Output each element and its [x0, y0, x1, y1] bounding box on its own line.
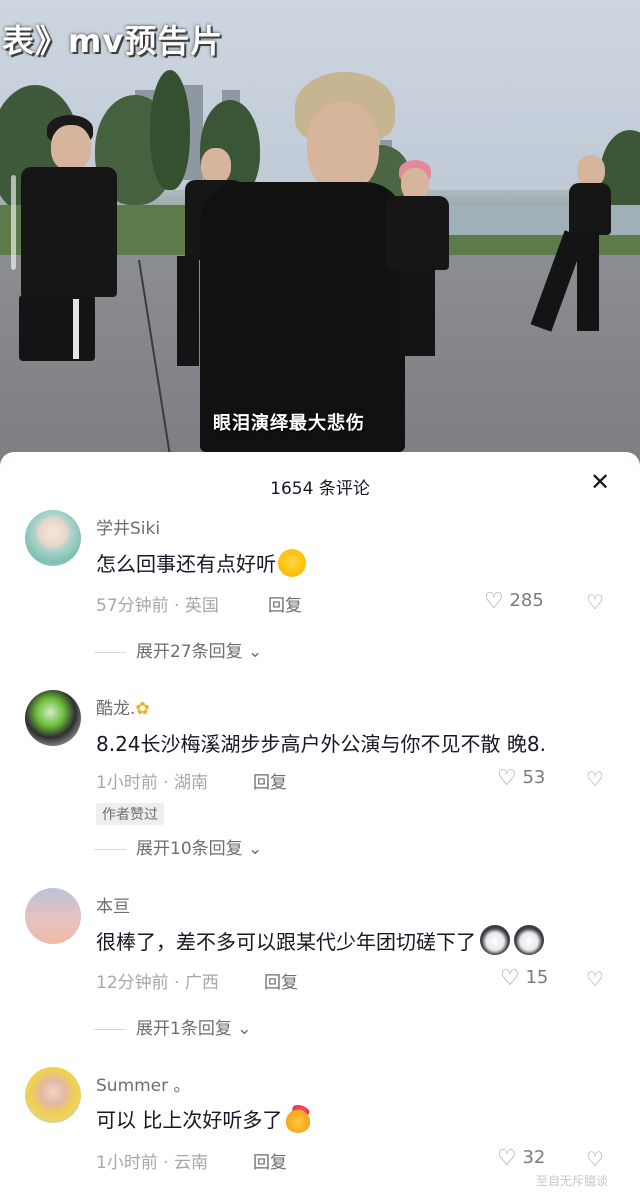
comment-text: 很棒了，差不多可以跟某代少年团切磋下了	[96, 925, 544, 955]
broken-heart-icon[interactable]: ♡	[586, 967, 604, 991]
author-liked-badge: 作者赞过	[96, 803, 164, 825]
expand-replies-button[interactable]: 展开10条回复 ⌄	[94, 834, 263, 859]
like-button[interactable]: ♡ 53	[497, 766, 545, 791]
comment-username[interactable]: 酷龙.✿	[96, 694, 150, 719]
comment-meta: 1小时前 · 云南	[96, 1153, 209, 1173]
like-button[interactable]: ♡ 32	[497, 1146, 545, 1171]
heart-icon: ♡	[500, 966, 520, 991]
broken-heart-icon[interactable]: ♡	[586, 590, 604, 614]
reply-button[interactable]: 回复	[264, 968, 298, 993]
reply-button[interactable]: 回复	[253, 1148, 287, 1173]
like-count: 285	[509, 590, 544, 611]
husky-emoji-icon	[480, 925, 510, 955]
like-count: 32	[522, 1147, 546, 1168]
watermark: 至自无斥臆谈	[536, 1174, 609, 1188]
heart-icon: ♡	[497, 1146, 517, 1171]
comment-username[interactable]: Summer 。	[96, 1071, 191, 1096]
comment-username[interactable]: 本亘	[96, 892, 130, 917]
expand-replies-button[interactable]: 展开27条回复 ⌄	[94, 637, 263, 662]
sweat-smile-emoji-icon	[278, 549, 306, 577]
video-scroll-indicator	[11, 175, 16, 270]
video-title: 表》mv预告片	[2, 22, 224, 60]
comment-meta: 12分钟前 · 广西	[96, 973, 219, 993]
flower-emoji-icon: ✿	[135, 699, 150, 719]
comment-text: 可以 比上次好听多了	[96, 1104, 313, 1133]
like-button[interactable]: ♡ 15	[500, 966, 548, 991]
husky-emoji-icon	[514, 925, 544, 955]
video-player[interactable]: 表》mv预告片 眼泪演绎最大悲伤	[0, 0, 640, 470]
comment-meta: 1小时前 · 湖南	[96, 773, 209, 793]
comment-text: 8.24长沙梅溪湖步步高户外公演与你不见不散 晚8.	[96, 732, 546, 756]
like-button[interactable]: ♡ 285	[484, 589, 544, 614]
video-subtitle: 眼泪演绎最大悲伤	[213, 413, 365, 434]
reply-button[interactable]: 回复	[268, 591, 302, 616]
comments-count-title: 1654 条评论	[270, 479, 370, 499]
divider	[94, 848, 126, 850]
comments-panel: 1654 条评论 ✕ 学井Siki 怎么回事还有点好听 57分钟前 · 英国 回…	[0, 452, 640, 1198]
chevron-down-icon: ⌄	[248, 642, 263, 662]
comment-text: 怎么回事还有点好听	[96, 548, 306, 577]
chevron-down-icon: ⌄	[237, 1019, 252, 1039]
broken-heart-icon[interactable]: ♡	[586, 767, 604, 791]
like-count: 53	[522, 767, 546, 788]
heart-icon: ♡	[497, 766, 517, 791]
chevron-down-icon: ⌄	[248, 839, 263, 859]
finger-heart-emoji-icon	[284, 1105, 313, 1133]
close-icon[interactable]: ✕	[586, 468, 614, 496]
avatar[interactable]	[25, 1067, 81, 1123]
broken-heart-icon[interactable]: ♡	[586, 1147, 604, 1171]
avatar[interactable]	[25, 888, 81, 944]
avatar[interactable]	[25, 510, 81, 566]
comment-meta: 57分钟前 · 英国	[96, 596, 219, 616]
divider	[94, 1028, 126, 1030]
avatar[interactable]	[25, 690, 81, 746]
expand-replies-button[interactable]: 展开1条回复 ⌄	[94, 1014, 252, 1039]
comment-username[interactable]: 学井Siki	[96, 514, 160, 539]
reply-button[interactable]: 回复	[253, 768, 287, 793]
divider	[94, 651, 126, 653]
heart-icon: ♡	[484, 589, 504, 614]
tree	[150, 70, 190, 190]
like-count: 15	[525, 967, 549, 988]
